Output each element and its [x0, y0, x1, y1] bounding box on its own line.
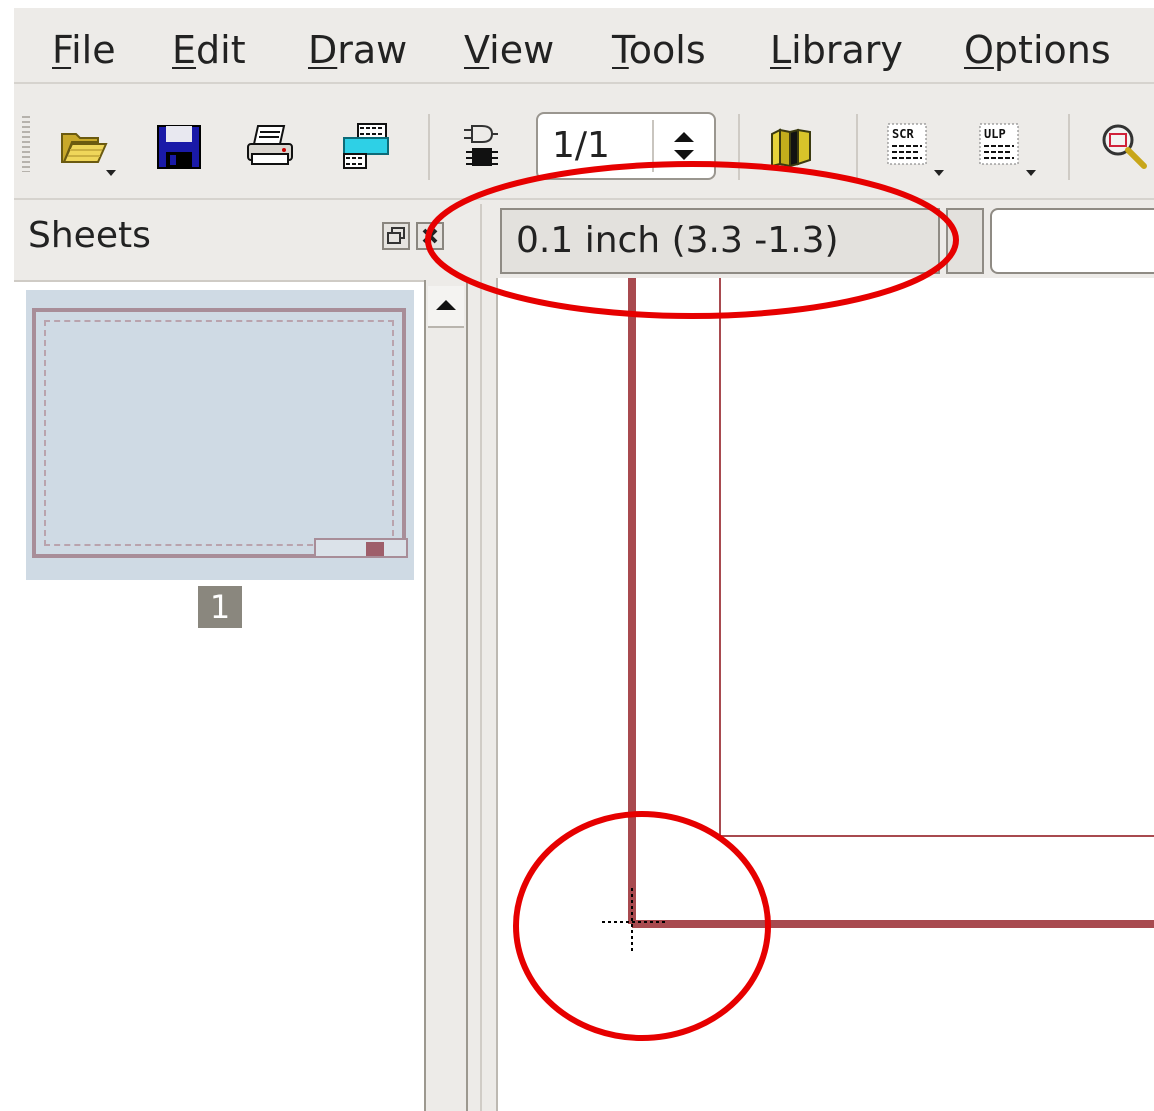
- ulp-dropdown-icon: [1026, 170, 1036, 176]
- menu-view-label: iew: [489, 28, 555, 72]
- menu-options-label: ptions: [993, 28, 1111, 72]
- script-icon: SCR: [887, 123, 927, 165]
- open-button[interactable]: [58, 120, 116, 176]
- menu-draw-mnemonic: D: [308, 28, 338, 72]
- add-part-button[interactable]: [460, 120, 504, 172]
- menu-bar: File Edit Draw View Tools Library Option…: [14, 8, 1154, 82]
- gate-chip-icon: [464, 125, 498, 166]
- sheet-spinbox[interactable]: 1/1: [536, 112, 716, 180]
- printer-icon: [247, 125, 293, 165]
- menu-draw[interactable]: Draw: [308, 28, 407, 72]
- menu-edit-label: dit: [196, 28, 246, 72]
- thumbnail-logo-mark: [366, 542, 384, 556]
- up-down-arrows-icon: [674, 132, 694, 160]
- sheets-dock-title: Sheets: [28, 215, 151, 256]
- menu-edit[interactable]: Edit: [172, 28, 246, 72]
- toolbar-separator: [856, 114, 858, 180]
- scr-label: SCR: [892, 127, 914, 141]
- schematic-drawing: [602, 278, 1154, 954]
- menu-options[interactable]: Options: [964, 28, 1111, 72]
- menu-tools[interactable]: Tools: [612, 28, 706, 72]
- sheet-list-scrollbar[interactable]: [424, 280, 468, 1111]
- eagle-schematic-window: File Edit Draw View Tools Library Option…: [14, 8, 1154, 1111]
- open-dropdown-icon: [106, 170, 116, 176]
- menu-draw-label: raw: [337, 28, 408, 72]
- menu-library-mnemonic: L: [770, 28, 792, 72]
- menu-tools-label: ools: [628, 28, 706, 72]
- thumbnail-title-block: [314, 538, 408, 558]
- sheet-list: 1: [14, 280, 424, 1111]
- close-icon: [416, 222, 444, 250]
- library-books-icon: [771, 128, 811, 168]
- float-window-icon: [382, 222, 410, 250]
- use-library-button[interactable]: [766, 120, 818, 172]
- menu-view[interactable]: View: [464, 28, 554, 72]
- menu-library-label: ibrary: [791, 28, 903, 72]
- menu-tools-mnemonic: T: [612, 28, 629, 72]
- toolbar-separator-line: [14, 198, 1154, 200]
- coordinate-text: 0.1 inch (3.3 -1.3): [516, 220, 839, 261]
- cam-processor-icon: [343, 123, 389, 169]
- menu-options-mnemonic: O: [964, 28, 994, 72]
- thumbnail-frame: [32, 308, 406, 558]
- sheet-number-label[interactable]: 1: [198, 586, 242, 628]
- coordinate-display: 0.1 inch (3.3 -1.3): [500, 208, 940, 274]
- dock-float-button[interactable]: [382, 222, 410, 250]
- toolbar-separator: [1068, 114, 1070, 180]
- toolbar: 1/1 SCR ULP: [14, 86, 1154, 198]
- ulp-icon: ULP: [979, 123, 1019, 165]
- dock-splitter[interactable]: [480, 204, 496, 1111]
- magnifier-icon: [1102, 124, 1147, 169]
- menu-file-mnemonic: F: [52, 28, 72, 72]
- sheets-dock: Sheets 1: [14, 204, 480, 1111]
- execute-script-button[interactable]: SCR: [884, 120, 944, 176]
- run-ulp-button[interactable]: ULP: [976, 120, 1036, 176]
- spinbox-buttons[interactable]: [654, 114, 716, 178]
- command-line-input[interactable]: [990, 208, 1154, 274]
- ulp-label: ULP: [984, 127, 1006, 141]
- floppy-disk-icon: [157, 125, 201, 169]
- menu-file-label: ile: [71, 28, 116, 72]
- script-dropdown-icon: [934, 170, 944, 176]
- open-folder-icon: [61, 133, 108, 163]
- zoom-select-button[interactable]: [1098, 120, 1150, 172]
- toolbar-separator: [428, 114, 430, 180]
- thumbnail-inner-frame: [44, 320, 394, 546]
- toolbar-grip[interactable]: [22, 116, 30, 172]
- toolbar-separator: [738, 114, 740, 180]
- menu-library[interactable]: Library: [770, 28, 903, 72]
- save-button[interactable]: [154, 120, 206, 172]
- menu-view-mnemonic: V: [464, 28, 490, 72]
- status-indicator: [946, 208, 984, 274]
- menu-edit-mnemonic: E: [172, 28, 197, 72]
- menu-separator: [14, 82, 1154, 84]
- scroll-up-arrow-icon[interactable]: [428, 286, 464, 328]
- print-button[interactable]: [244, 120, 296, 172]
- schematic-canvas[interactable]: [496, 278, 1154, 1111]
- sheet-spinbox-value[interactable]: 1/1: [552, 124, 610, 168]
- menu-file[interactable]: File: [52, 28, 116, 72]
- dock-close-button[interactable]: [416, 222, 444, 250]
- cam-processor-button[interactable]: [340, 120, 392, 172]
- sheet-thumbnail[interactable]: [26, 290, 414, 580]
